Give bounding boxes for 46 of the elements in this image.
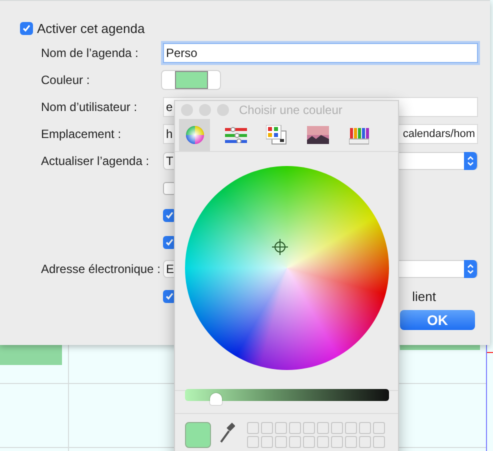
checkmark-icon xyxy=(165,238,174,246)
enable-label: Activer cet agenda xyxy=(37,20,145,36)
swatch-slot[interactable] xyxy=(317,436,329,448)
slider-thumb[interactable] xyxy=(210,393,222,405)
color-wheel-icon xyxy=(184,125,204,145)
text-field[interactable]: Perso xyxy=(163,43,478,63)
swatch-slot[interactable] xyxy=(373,422,385,434)
enable-checkbox[interactable] xyxy=(20,22,33,34)
swatch-slot[interactable] xyxy=(275,436,287,448)
swatch-slot[interactable] xyxy=(261,436,273,448)
sliders-icon xyxy=(224,127,246,143)
swatch-slot[interactable] xyxy=(317,422,329,434)
field-label: Adresse électronique : xyxy=(41,262,162,276)
swatch-slot[interactable] xyxy=(373,436,385,448)
swatch-slot[interactable] xyxy=(303,422,315,434)
current-color-swatch[interactable] xyxy=(185,422,211,448)
field-label: Nom de l’agenda : xyxy=(41,46,140,60)
swatch-slot[interactable] xyxy=(331,422,343,434)
current-time-marker xyxy=(487,352,493,353)
swatch-slot[interactable] xyxy=(331,436,343,448)
pencils-icon xyxy=(348,125,368,145)
swatch-slot[interactable] xyxy=(303,436,315,448)
color-button[interactable] xyxy=(161,70,221,90)
eyedropper-icon[interactable] xyxy=(219,422,235,444)
field-label: Emplacement : xyxy=(41,127,122,141)
checkmark-icon xyxy=(22,24,31,32)
panel-title: Choisir une couleur xyxy=(239,103,342,117)
landscape-image-icon xyxy=(306,126,328,144)
swatch-slot[interactable] xyxy=(359,436,371,448)
swatch-slot[interactable] xyxy=(345,422,357,434)
swatch-slot[interactable] xyxy=(247,436,259,448)
swatch-slot[interactable] xyxy=(275,422,287,434)
field-label: Nom d’utilisateur : xyxy=(41,100,138,114)
field-label: Couleur : xyxy=(41,73,91,87)
checkmark-icon xyxy=(165,210,174,220)
swatch-slot[interactable] xyxy=(289,422,301,434)
checkmark-icon xyxy=(165,292,174,300)
palette-icon xyxy=(266,125,288,145)
swatch-slot[interactable] xyxy=(247,422,259,434)
swatch-slot[interactable] xyxy=(289,436,301,448)
swatch-slot[interactable] xyxy=(345,436,357,448)
checkbox-label: lient xyxy=(412,288,436,304)
swatch-slot[interactable] xyxy=(359,422,371,434)
swatch-slot[interactable] xyxy=(261,422,273,434)
crosshair-icon[interactable] xyxy=(272,239,288,255)
field-label: Actualiser l’agenda : xyxy=(41,154,150,168)
